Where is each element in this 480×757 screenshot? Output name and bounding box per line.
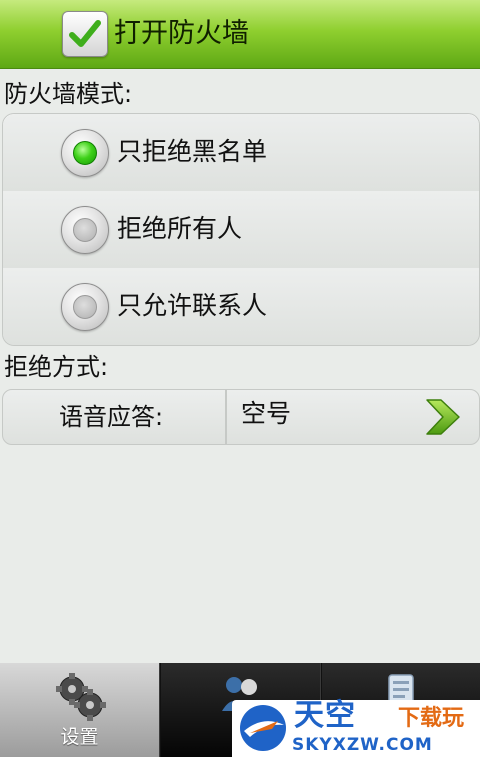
mode-option-label: 拒绝所有人 <box>117 214 243 243</box>
tab-settings-label: 设置 <box>60 726 99 748</box>
radio-dot <box>73 218 97 242</box>
mode-option-label: 只允许联系人 <box>117 291 268 320</box>
watermark-title: 天空 <box>294 698 356 733</box>
voice-response-selector[interactable]: 空号 <box>226 389 480 445</box>
voice-response-label-cell: 语音应答: <box>2 389 226 445</box>
checkmark-icon <box>69 20 101 47</box>
enable-firewall-checkbox[interactable] <box>62 11 108 57</box>
voice-response-row: 语音应答: 空号 <box>2 389 480 445</box>
header-bar: 打开防火墙 <box>0 0 480 69</box>
radio-button[interactable] <box>61 283 109 331</box>
watermark: 天空 下载玩 SKYXZW.COM <box>232 698 480 757</box>
gears-icon <box>55 673 106 721</box>
watermark-url: SKYXZW.COM <box>292 735 433 755</box>
watermark-subtitle: 下载玩 <box>398 706 465 731</box>
radio-button-selected[interactable] <box>61 129 109 177</box>
voice-response-value: 空号 <box>241 399 292 428</box>
watermark-logo-icon <box>240 705 286 751</box>
mode-option-label: 只拒绝黑名单 <box>117 137 268 166</box>
chevron-right-icon <box>426 399 460 435</box>
mode-option-blacklist[interactable]: 只拒绝黑名单 <box>3 114 479 192</box>
tab-settings[interactable]: 设置 <box>0 663 160 757</box>
enable-firewall-label[interactable]: 打开防火墙 <box>114 14 249 54</box>
firewall-mode-label: 防火墙模式: <box>4 80 133 108</box>
voice-response-label: 语音应答: <box>59 403 164 431</box>
radio-dot <box>73 295 97 319</box>
mode-option-reject-all[interactable]: 拒绝所有人 <box>3 191 479 269</box>
radio-button[interactable] <box>61 206 109 254</box>
radio-dot <box>73 141 97 165</box>
mode-option-contacts-only[interactable]: 只允许联系人 <box>3 268 479 345</box>
reject-method-label: 拒绝方式: <box>4 353 109 381</box>
firewall-mode-group: 只拒绝黑名单 拒绝所有人 只允许联系人 <box>2 113 480 346</box>
